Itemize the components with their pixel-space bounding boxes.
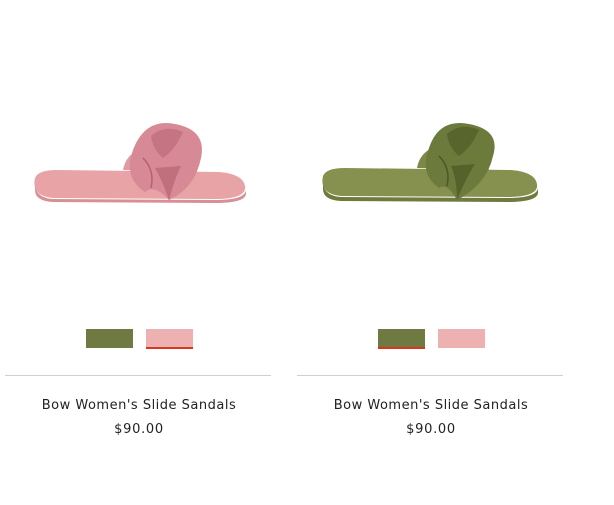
product-name[interactable]: Bow Women's Slide Sandals bbox=[297, 398, 565, 413]
product-card: Bow Women's Slide Sandals $90.00 bbox=[297, 0, 565, 505]
product-name[interactable]: Bow Women's Slide Sandals bbox=[5, 398, 273, 413]
product-price: $90.00 bbox=[406, 422, 456, 437]
swatch-pink[interactable] bbox=[145, 329, 193, 349]
product-image-olive-slide[interactable] bbox=[297, 0, 565, 300]
color-swatches bbox=[5, 329, 273, 349]
product-price: $90.00 bbox=[114, 422, 164, 437]
product-card: Bow Women's Slide Sandals $90.00 bbox=[5, 0, 273, 505]
divider bbox=[297, 375, 563, 376]
color-swatches bbox=[297, 329, 565, 349]
swatch-olive[interactable] bbox=[377, 329, 425, 349]
divider bbox=[5, 375, 271, 376]
swatch-olive[interactable] bbox=[85, 329, 133, 348]
product-image-pink-slide[interactable] bbox=[5, 0, 273, 300]
swatch-pink[interactable] bbox=[437, 329, 485, 348]
